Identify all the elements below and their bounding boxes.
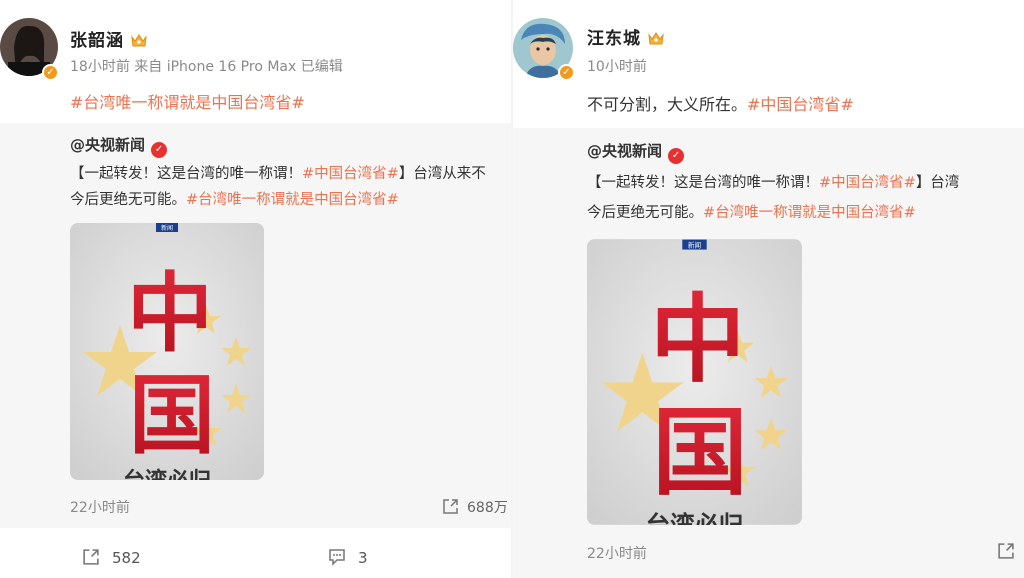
hashtag-link[interactable]: #中国台湾省# <box>302 166 399 182</box>
red-verified-icon: ✓ <box>668 148 685 164</box>
post-meta: 10小时前 <box>587 59 647 75</box>
hashtag-link[interactable]: #台湾唯一称谓就是中国台湾省# <box>70 93 305 112</box>
repost-author[interactable]: @央视新闻 ✓ <box>70 134 168 158</box>
poster-char-1: 中 <box>127 263 213 364</box>
repost-share-button[interactable] <box>997 542 1023 561</box>
verified-badge-icon: ✓ <box>42 64 59 81</box>
username[interactable]: 汪东城 <box>587 24 665 49</box>
red-verified-icon: ✓ <box>151 142 168 158</box>
post-text: 不可分割，大义所在。#中国台湾省# <box>587 95 854 114</box>
hashtag-link[interactable]: #中国台湾省# <box>819 175 916 191</box>
forward-button[interactable]: 582 <box>82 548 141 567</box>
weibo-post-right: ✓ 汪东城 10小时前 不可分割，大义所在。#中国台湾省# @央视新闻 ✓ 【一起… <box>513 0 1024 578</box>
repost-share-button[interactable]: 688万 <box>442 497 508 517</box>
poster-tag: 新闻 <box>688 240 702 249</box>
poster-image[interactable]: 新闻 中 国 台湾必归 <box>587 239 802 525</box>
poster-tag: 新闻 <box>161 224 173 232</box>
repost-text-line-2: 今后更绝无可能。#台湾唯一称谓就是中国台湾省# <box>70 192 399 208</box>
forward-icon <box>83 549 99 565</box>
repost-text-line-1: 【一起转发！这是台湾的唯一称谓！#中国台湾省#】台湾 <box>587 175 960 191</box>
username[interactable]: 张韶涵 <box>70 26 148 51</box>
poster-bottom-text: 台湾必归 <box>646 510 744 525</box>
poster-char-2: 国 <box>129 365 215 466</box>
comment-icon <box>329 549 345 566</box>
repost-time: 22小时前 <box>587 546 647 562</box>
crown-icon <box>648 32 664 45</box>
post-text: #台湾唯一称谓就是中国台湾省# <box>70 89 305 113</box>
repost-author[interactable]: @央视新闻 ✓ <box>587 140 685 164</box>
poster-image[interactable]: 新闻 中 国 台湾必归 <box>70 223 264 480</box>
hashtag-link[interactable]: #中国台湾省# <box>747 95 854 114</box>
repost-time: 22小时前 <box>70 500 130 516</box>
poster-char-1: 中 <box>650 285 745 396</box>
poster-bottom-text: 台湾必归 <box>123 468 211 480</box>
repost-text-line-1: 【一起转发！这是台湾的唯一称谓！#中国台湾省#】台湾从来不 <box>70 166 486 182</box>
hashtag-link[interactable]: #台湾唯一称谓就是中国台湾省# <box>186 192 399 208</box>
verified-badge-icon: ✓ <box>558 64 575 81</box>
repost-card[interactable]: @央视新闻 ✓ 【一起转发！这是台湾的唯一称谓！#中国台湾省#】台湾从来不 今后更… <box>0 123 513 528</box>
weibo-post-left: ✓ 张韶涵 18小时前 来自 iPhone 16 Pro Max 已编辑 #台湾… <box>0 0 513 578</box>
poster-char-2: 国 <box>652 398 747 509</box>
comment-button[interactable]: 3 <box>328 548 368 567</box>
crown-icon <box>131 34 147 47</box>
hashtag-link[interactable]: #台湾唯一称谓就是中国台湾省# <box>703 205 916 221</box>
share-icon <box>998 543 1014 559</box>
share-icon <box>443 499 458 514</box>
repost-text-line-2: 今后更绝无可能。#台湾唯一称谓就是中国台湾省# <box>587 205 916 221</box>
repost-card[interactable]: @央视新闻 ✓ 【一起转发！这是台湾的唯一称谓！#中国台湾省#】台湾 今后更绝无可… <box>513 128 1024 578</box>
post-meta: 18小时前 来自 iPhone 16 Pro Max 已编辑 <box>70 59 343 75</box>
